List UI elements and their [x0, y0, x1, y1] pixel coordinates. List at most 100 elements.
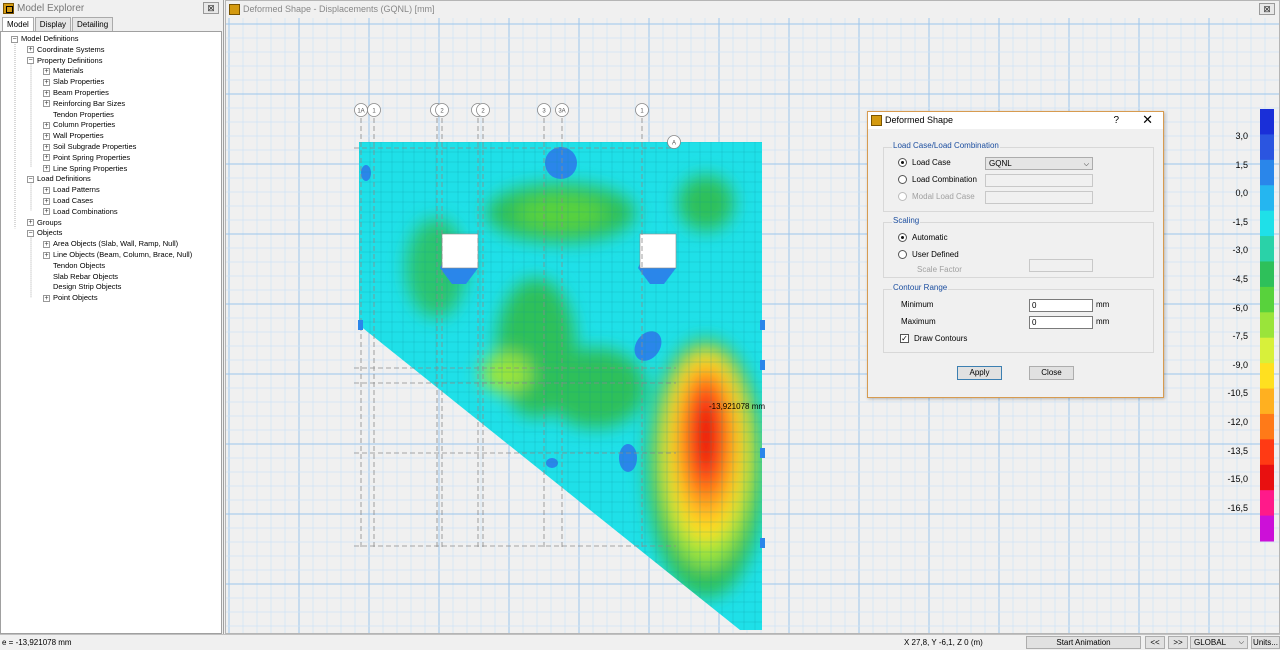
- draw-contours-option[interactable]: ✓ Draw Contours: [900, 334, 967, 343]
- tree-node[interactable]: + Load Patterns: [43, 184, 100, 195]
- previous-button[interactable]: <<: [1145, 636, 1165, 649]
- tree-node[interactable]: + Point Objects: [43, 292, 98, 303]
- units-button[interactable]: Units...: [1251, 636, 1280, 649]
- expand-icon[interactable]: +: [43, 251, 50, 259]
- user-defined-radio[interactable]: [898, 250, 907, 259]
- tree-node-label: Line Objects (Beam, Column, Brace, Null): [53, 250, 193, 259]
- tree-node[interactable]: + Line Objects (Beam, Column, Brace, Null…: [43, 249, 192, 260]
- coordinate-system-select[interactable]: GLOBAL ⌵: [1190, 636, 1248, 649]
- tab-display[interactable]: Display: [34, 17, 72, 31]
- expand-icon[interactable]: +: [43, 100, 50, 108]
- minimum-label: Minimum: [901, 300, 934, 309]
- contour-range-group: Contour Range Minimum 0 mm Maximum 0 mm …: [883, 283, 1154, 353]
- legend-swatch: [1260, 388, 1274, 415]
- tree-node[interactable]: Slab Rebar Objects: [43, 271, 118, 282]
- tree-node[interactable]: + Coordinate Systems: [27, 44, 105, 55]
- load-combination-radio[interactable]: [898, 175, 907, 184]
- tree-node[interactable]: + Materials: [43, 65, 83, 76]
- load-combination-option[interactable]: Load Combination: [898, 175, 977, 184]
- expand-icon[interactable]: +: [43, 294, 50, 302]
- model-explorer-panel: Model Explorer ⊠ Model Display Detailing…: [0, 0, 224, 634]
- tree-node[interactable]: − Model Definitions: [11, 33, 79, 44]
- user-defined-option[interactable]: User Defined: [898, 250, 959, 259]
- tree-node[interactable]: + Line Spring Properties: [43, 163, 127, 174]
- app-icon: [229, 4, 240, 15]
- tree-node[interactable]: − Property Definitions: [27, 55, 102, 66]
- expand-icon[interactable]: +: [43, 197, 50, 205]
- minimum-input[interactable]: 0: [1029, 299, 1093, 312]
- tree-node[interactable]: + Soil Subgrade Properties: [43, 141, 136, 152]
- tree-node-label: Wall Properties: [53, 131, 104, 141]
- tree-node[interactable]: + Groups: [27, 217, 62, 228]
- legend-swatch: [1260, 134, 1274, 161]
- tree-node[interactable]: Design Strip Objects: [43, 281, 121, 292]
- expand-icon[interactable]: +: [43, 240, 50, 248]
- close-button[interactable]: Close: [1029, 366, 1074, 380]
- expand-icon[interactable]: +: [43, 121, 50, 129]
- expand-icon[interactable]: +: [43, 143, 50, 151]
- expand-icon[interactable]: +: [43, 89, 50, 97]
- legend-swatch: [1260, 312, 1274, 339]
- legend-swatch: [1260, 109, 1274, 135]
- legend-swatch: [1260, 236, 1274, 262]
- help-icon[interactable]: ?: [1113, 112, 1119, 129]
- tree-node[interactable]: + Wall Properties: [43, 130, 104, 141]
- tree-leaf-icon: [43, 273, 50, 280]
- close-icon[interactable]: ⊠: [1259, 3, 1275, 15]
- expand-icon[interactable]: +: [43, 67, 50, 75]
- modal-load-case-option: Modal Load Case: [898, 192, 975, 201]
- status-value: e = -13,921078 mm: [2, 638, 72, 647]
- tree-node[interactable]: + Point Spring Properties: [43, 152, 130, 163]
- tree-node-label: Design Strip Objects: [53, 282, 122, 292]
- draw-contours-checkbox[interactable]: ✓: [900, 334, 909, 343]
- tab-detailing[interactable]: Detailing: [72, 17, 114, 31]
- apply-button[interactable]: Apply: [957, 366, 1002, 380]
- expand-icon[interactable]: +: [43, 154, 50, 162]
- expand-icon[interactable]: +: [43, 186, 50, 194]
- close-icon[interactable]: ⊠: [203, 2, 219, 14]
- tree-node[interactable]: + Load Cases: [43, 195, 93, 206]
- grid-bubble-label: A: [672, 141, 676, 147]
- collapse-icon[interactable]: −: [11, 35, 18, 43]
- tree-leaf-icon: [43, 262, 50, 269]
- status-bar: e = -13,921078 mm X 27,8, Y -6,1, Z 0 (m…: [0, 634, 1280, 650]
- tab-model[interactable]: Model: [2, 17, 34, 31]
- legend-label: 0,0: [1235, 188, 1248, 199]
- tree-node[interactable]: + Reinforcing Bar Sizes: [43, 98, 125, 109]
- automatic-radio[interactable]: [898, 233, 907, 242]
- collapse-icon[interactable]: −: [27, 229, 34, 237]
- start-animation-button[interactable]: Start Animation: [1026, 636, 1141, 649]
- expand-icon[interactable]: +: [43, 165, 50, 173]
- load-case-option[interactable]: Load Case: [898, 158, 951, 167]
- expand-icon[interactable]: +: [43, 208, 50, 216]
- color-legend: [1260, 109, 1274, 542]
- tree-node[interactable]: + Area Objects (Slab, Wall, Ramp, Null): [43, 238, 178, 249]
- tree-node[interactable]: Tendon Objects: [43, 260, 105, 271]
- tree-node[interactable]: + Column Properties: [43, 119, 115, 130]
- close-icon[interactable]: ✕: [1142, 111, 1153, 128]
- max-displacement-label: -13,921078 mm: [709, 402, 765, 411]
- tree-node-label: Reinforcing Bar Sizes: [53, 98, 126, 108]
- collapse-icon[interactable]: −: [27, 57, 34, 65]
- legend-label: -13,5: [1227, 445, 1248, 456]
- tree-node[interactable]: + Load Combinations: [43, 206, 118, 217]
- expand-icon[interactable]: +: [27, 46, 34, 54]
- automatic-option[interactable]: Automatic: [898, 233, 948, 242]
- expand-icon[interactable]: +: [27, 219, 34, 227]
- next-button[interactable]: >>: [1168, 636, 1188, 649]
- tree-node[interactable]: + Beam Properties: [43, 87, 109, 98]
- tree-node[interactable]: − Load Definitions: [27, 173, 91, 184]
- expand-icon[interactable]: +: [43, 132, 50, 140]
- explorer-tabs: Model Display Detailing: [0, 17, 223, 31]
- collapse-icon[interactable]: −: [27, 175, 34, 183]
- tree-node[interactable]: Tendon Properties: [43, 109, 114, 120]
- load-case-radio[interactable]: [898, 158, 907, 167]
- tree-node[interactable]: + Slab Properties: [43, 76, 104, 87]
- tree-node-label: Tendon Objects: [53, 260, 106, 270]
- tree-node-label: Load Cases: [53, 196, 94, 205]
- expand-icon[interactable]: +: [43, 78, 50, 86]
- load-case-select[interactable]: GQNL ⌵: [985, 157, 1093, 170]
- tree-node[interactable]: − Objects: [27, 227, 62, 238]
- tree-node-label: Load Combinations: [53, 206, 118, 216]
- maximum-input[interactable]: 0: [1029, 316, 1093, 329]
